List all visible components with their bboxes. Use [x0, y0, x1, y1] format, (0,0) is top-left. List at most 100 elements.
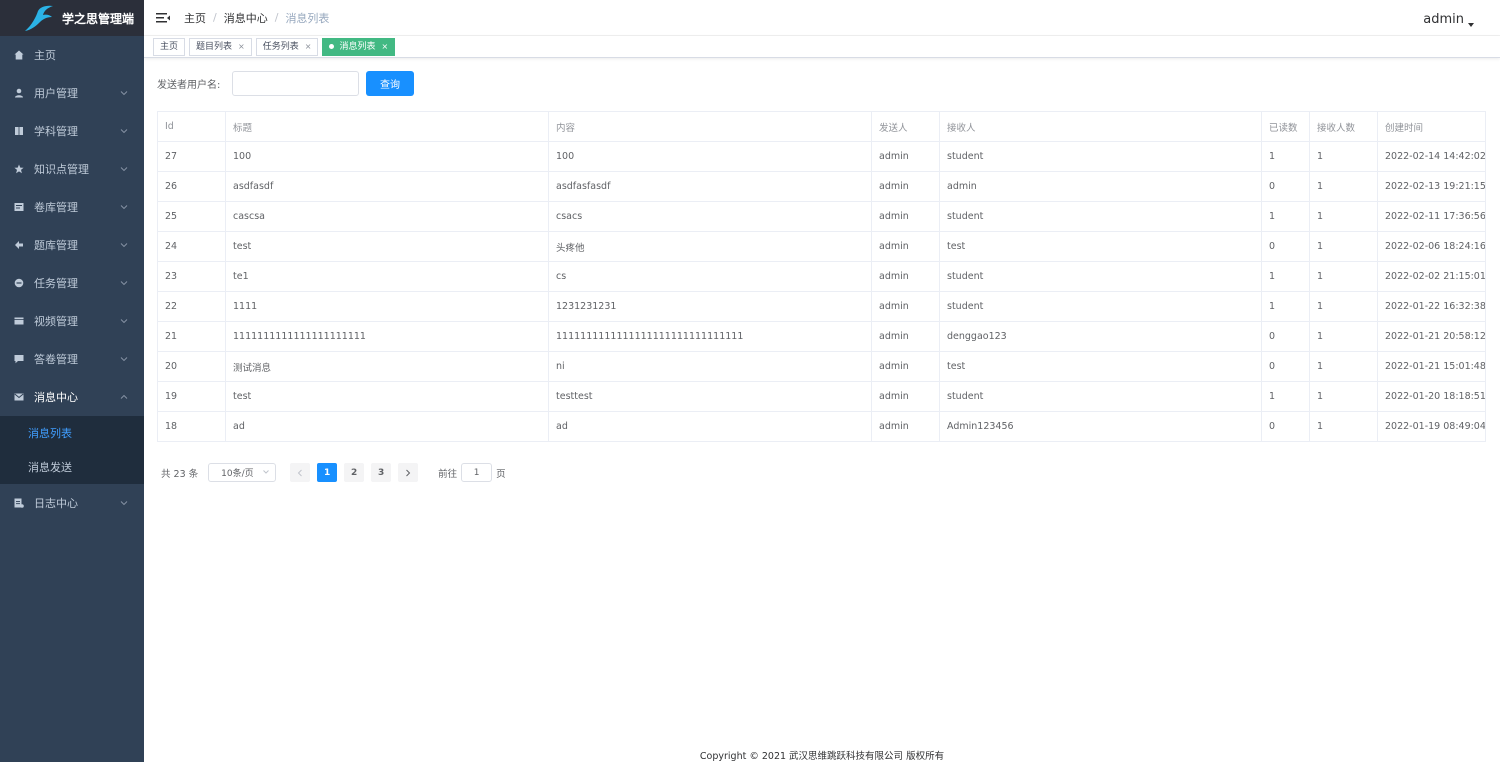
sidebar-item-4[interactable]: 卷库管理 — [0, 188, 144, 226]
sidebar-item-5[interactable]: 题库管理 — [0, 226, 144, 264]
task-icon — [14, 278, 24, 288]
submenu-item-0[interactable]: 消息列表 — [0, 416, 144, 450]
pagination-total: 共 23 条 — [161, 468, 199, 480]
table-cell: 19 — [158, 381, 226, 412]
chevron-down-icon — [120, 281, 128, 286]
table-cell: admin — [872, 141, 940, 172]
table-cell: student — [940, 291, 1262, 322]
table-cell: 头疼他 — [549, 231, 872, 262]
column-header: 接收人数 — [1310, 111, 1378, 142]
sidebar-item-label: 消息中心 — [34, 391, 78, 404]
table-cell: 26 — [158, 171, 226, 202]
table-cell: cs — [549, 261, 872, 292]
chevron-down-icon — [120, 129, 128, 134]
table-cell: student — [940, 261, 1262, 292]
table-cell: 0 — [1262, 231, 1310, 262]
table-cell: 100 — [549, 141, 872, 172]
sidebar-item-0[interactable]: 主页 — [0, 36, 144, 74]
tag-0[interactable]: 主页 — [153, 37, 186, 56]
table-row[interactable]: 24 test 头疼他 admin test 0 1 2022-02-06 18:24:16 — [158, 231, 1485, 262]
table-cell: 1 — [1310, 231, 1378, 262]
table-cell: 1 — [1310, 171, 1378, 202]
chevron-down-icon — [120, 205, 128, 210]
sidebar-item-9[interactable]: 消息中心 — [0, 378, 144, 416]
table-row[interactable]: 27 100 100 admin student 1 1 2022-02-14 14:42:0… — [158, 141, 1485, 172]
logo[interactable]: 学之思管理端 — [0, 0, 144, 36]
user-icon — [14, 88, 24, 98]
table-cell: 27 — [158, 141, 226, 172]
table-row[interactable]: 22 1111 1231231231 admin student 1 1 2022-01-22… — [158, 291, 1485, 322]
table-row[interactable]: 19 test testtest admin student 1 1 2022-01-20 1… — [158, 381, 1485, 412]
close-icon[interactable]: × — [238, 39, 245, 55]
tag-3[interactable]: 消息列表 × — [322, 37, 396, 56]
sender-username-input[interactable] — [232, 71, 359, 96]
table-cell: 1 — [1262, 201, 1310, 232]
breadcrumb: 主页 / 消息中心 / 消息列表 — [184, 10, 329, 26]
chat-icon — [14, 354, 24, 364]
table-row[interactable]: 18 ad ad admin Admin123456 0 1 2022-01-19 08:49… — [158, 411, 1485, 442]
active-dot-icon — [329, 44, 335, 49]
page-button[interactable]: 1 — [317, 463, 338, 482]
breadcrumb-item-home[interactable]: 主页 — [184, 10, 206, 26]
sidebar-item-3[interactable]: 知识点管理 — [0, 150, 144, 188]
sidebar-item-1[interactable]: 用户管理 — [0, 74, 144, 112]
table-cell: 1 — [1310, 411, 1378, 442]
tag-1[interactable]: 题目列表 × — [189, 37, 252, 56]
table-cell: 1111111111111111111111 — [226, 321, 549, 352]
query-button[interactable]: 查询 — [366, 71, 414, 96]
table-cell: 1111 — [226, 291, 549, 322]
table-cell: admin — [940, 171, 1262, 202]
page-button[interactable]: 3 — [371, 463, 392, 482]
table-cell: 18 — [158, 411, 226, 442]
table-cell: cascsa — [226, 201, 549, 232]
table-cell: admin — [872, 261, 940, 292]
sidebar-item-8[interactable]: 答卷管理 — [0, 340, 144, 378]
table-cell: 1 — [1310, 291, 1378, 322]
close-icon[interactable]: × — [381, 39, 388, 55]
table-row[interactable]: 20 测试消息 ni admin test 0 1 2022-01-21 15:01:48 — [158, 351, 1485, 382]
table-cell: ad — [549, 411, 872, 442]
column-header: 内容 — [549, 111, 872, 142]
sidebar-item-10[interactable]: 日志中心 — [0, 484, 144, 522]
table-row[interactable]: 21 1111111111111111111111 1111111111111111… — [158, 321, 1485, 352]
submenu-item-1[interactable]: 消息发送 — [0, 450, 144, 484]
table-cell: test — [226, 231, 549, 262]
close-icon[interactable]: × — [305, 39, 312, 55]
table-cell: student — [940, 381, 1262, 412]
tag-2[interactable]: 任务列表 × — [255, 37, 319, 56]
sidebar-item-6[interactable]: 任务管理 — [0, 264, 144, 302]
breadcrumb-item-message-center[interactable]: 消息中心 — [224, 10, 268, 26]
page-button[interactable]: 2 — [344, 463, 365, 482]
goto-page-input[interactable]: 1 — [461, 463, 493, 482]
prev-page-button[interactable] — [290, 463, 311, 482]
table-row[interactable]: 25 cascsa csacs admin student 1 1 2022-02-11 17… — [158, 201, 1485, 232]
user-dropdown[interactable]: admin — [1423, 12, 1474, 27]
page-numbers: 123 — [310, 463, 392, 482]
sidebar-item-label: 知识点管理 — [34, 163, 89, 176]
page-size-select[interactable]: 10条/页 — [208, 463, 277, 482]
column-header: Id — [158, 111, 226, 142]
next-page-button[interactable] — [398, 463, 419, 482]
app-title: 学之思管理端 — [62, 11, 135, 26]
tag-label: 任务列表 — [262, 41, 299, 52]
table-cell: 1 — [1310, 141, 1378, 172]
breadcrumb-item-current: 消息列表 — [285, 11, 330, 25]
search-form: 发送者用户名: 查询 — [157, 71, 414, 96]
table-cell: 0 — [1262, 171, 1310, 202]
breadcrumb-separator: / — [274, 11, 279, 24]
table-cell: 1 — [1310, 261, 1378, 292]
table-cell: student — [940, 201, 1262, 232]
goto-label: 前往 — [438, 468, 458, 480]
star-icon — [14, 164, 24, 174]
table-row[interactable]: 26 asdfasdf asdfasfasdf admin admin 0 1 2022-02… — [158, 171, 1485, 202]
table-cell: 24 — [158, 231, 226, 262]
hamburger-icon[interactable] — [156, 11, 170, 25]
table-row[interactable]: 23 te1 cs admin student 1 1 2022-02-02 21:15:01 — [158, 261, 1485, 292]
chevron-down-icon — [120, 357, 128, 362]
table-cell: 23 — [158, 261, 226, 292]
sidebar-item-2[interactable]: 学科管理 — [0, 112, 144, 150]
sidebar-item-7[interactable]: 视频管理 — [0, 302, 144, 340]
table-cell: admin — [872, 201, 940, 232]
sidebar-item-label: 日志中心 — [34, 497, 78, 510]
chevron-up-icon — [120, 394, 128, 399]
